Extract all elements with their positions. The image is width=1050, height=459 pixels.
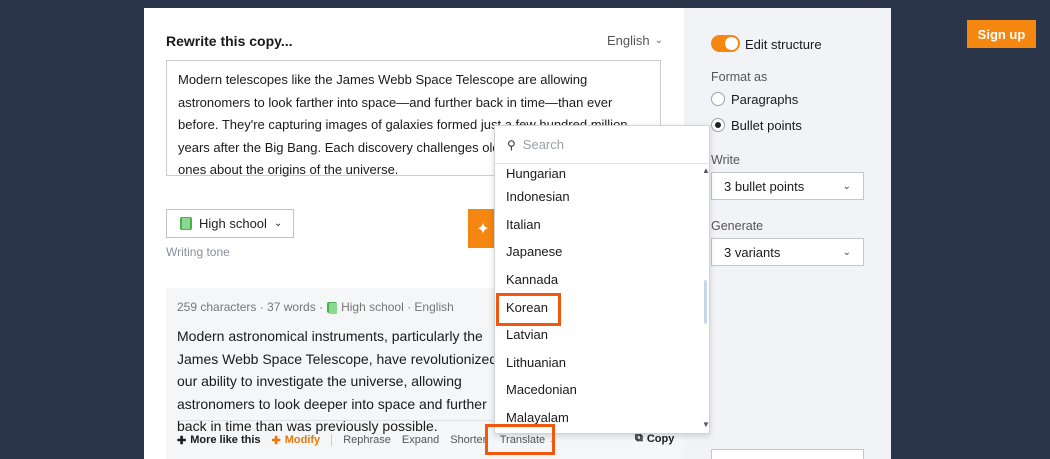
- settings-input[interactable]: [711, 449, 864, 459]
- generate-select[interactable]: 3 variants ⌄: [711, 238, 864, 266]
- language-dropdown: ⚲ Search Hungarian Indonesian Italian Ja…: [494, 125, 710, 434]
- shorten-button[interactable]: Shorten: [450, 434, 489, 446]
- divider: [331, 434, 333, 446]
- rephrase-button[interactable]: Rephrase: [343, 434, 391, 446]
- list-item[interactable]: Indonesian: [495, 183, 701, 211]
- chevron-down-icon: ⌄: [273, 218, 283, 229]
- more-like-this-button[interactable]: ✚ More like this: [177, 434, 261, 447]
- scroll-up-icon: ▲: [702, 166, 710, 175]
- generate-value: 3 variants: [724, 244, 781, 260]
- tone-select[interactable]: High school ⌄: [166, 209, 294, 238]
- chevron-down-icon: ⌄: [654, 35, 664, 46]
- radio-paragraphs-label: Paragraphs: [731, 92, 799, 107]
- list-item[interactable]: Lithuanian: [495, 349, 701, 377]
- modify-button[interactable]: ✚ Modify: [272, 434, 321, 447]
- chevron-down-icon: ⌄: [842, 246, 851, 258]
- radio-paragraphs[interactable]: [711, 92, 725, 106]
- sparkle-icon: ✦: [476, 220, 490, 238]
- format-label: Format as: [711, 70, 768, 84]
- scrollbar-thumb[interactable]: [704, 280, 707, 324]
- copy-label: Copy: [646, 432, 675, 445]
- scroll-down-icon: ▼: [702, 420, 710, 429]
- edit-structure-label: Edit structure: [745, 37, 822, 52]
- language-value: English: [607, 33, 650, 48]
- korean-highlight: [496, 293, 561, 326]
- list-item[interactable]: Hungarian: [495, 164, 701, 183]
- more-like-this-label: More like this: [190, 434, 261, 446]
- book-icon: [327, 301, 338, 314]
- result-meta: 259 characters · 37 words · High school …: [177, 300, 454, 314]
- list-item[interactable]: Kannada: [495, 266, 701, 294]
- list-item[interactable]: Japanese: [495, 238, 701, 266]
- dropdown-scrollbar[interactable]: ▲ ▼: [701, 164, 710, 432]
- book-icon: [180, 217, 192, 230]
- sign-up-button[interactable]: Sign up: [967, 20, 1036, 48]
- language-select[interactable]: English ⌄: [607, 33, 663, 48]
- tone-value: High school: [199, 216, 267, 231]
- editor-title: Rewrite this copy...: [166, 33, 293, 49]
- list-item[interactable]: Macedonian: [495, 376, 701, 404]
- chevron-down-icon: ⌄: [842, 180, 851, 192]
- modify-label: Modify: [284, 434, 321, 446]
- plus-sparkle-icon: ✚: [177, 434, 187, 447]
- plus-sparkle-icon: ✚: [271, 434, 281, 447]
- search-placeholder: Search: [522, 137, 564, 152]
- result-stats: 259 characters · 37 words ·: [177, 300, 324, 314]
- result-tone: High school · English: [341, 300, 454, 314]
- write-value: 3 bullet points: [724, 178, 805, 194]
- tone-label: Writing tone: [166, 245, 230, 259]
- write-label: Write: [711, 153, 740, 167]
- dropdown-search[interactable]: ⚲ Search: [495, 126, 709, 164]
- translate-highlight: [485, 424, 555, 455]
- expand-button[interactable]: Expand: [402, 434, 439, 446]
- list-item[interactable]: Italian: [495, 211, 701, 239]
- edit-structure-toggle[interactable]: [711, 35, 740, 52]
- radio-bullet-points[interactable]: [711, 118, 725, 132]
- write-select[interactable]: 3 bullet points ⌄: [711, 172, 864, 200]
- radio-bullet-points-label: Bullet points: [731, 118, 802, 133]
- search-icon: ⚲: [507, 137, 516, 152]
- generate-label: Generate: [711, 219, 764, 233]
